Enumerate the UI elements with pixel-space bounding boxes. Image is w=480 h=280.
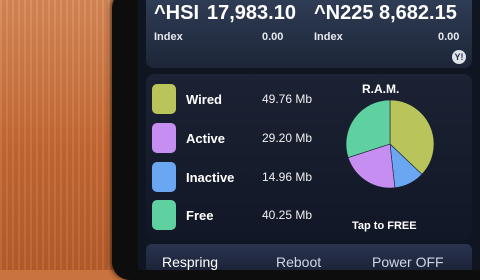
ram-row-wired: Wired 49.76 Mb bbox=[152, 84, 332, 114]
quote-type: Index bbox=[314, 31, 343, 43]
yahoo-icon[interactable]: Y! bbox=[452, 50, 466, 64]
ram-title: R.A.M. bbox=[362, 82, 400, 96]
power-off-button[interactable]: Power OFF bbox=[372, 254, 444, 270]
phone-screen: ^HSI 17,983.10 Index 0.00 ^N225 8,682.15… bbox=[138, 0, 480, 270]
ram-amount: 29.20 Mb bbox=[262, 131, 313, 145]
quote-type: Index bbox=[154, 31, 183, 43]
quote-value: 17,983.10 bbox=[207, 2, 296, 24]
quote-change: 0.00 bbox=[438, 31, 460, 43]
ram-amount: 49.76 Mb bbox=[262, 92, 313, 106]
free-swatch bbox=[152, 200, 176, 230]
ram-label: Active bbox=[186, 131, 226, 146]
stocks-widget[interactable]: ^HSI 17,983.10 Index 0.00 ^N225 8,682.15… bbox=[146, 0, 472, 68]
active-swatch bbox=[152, 123, 176, 153]
ram-amount: 40.25 Mb bbox=[262, 208, 313, 222]
reboot-button[interactable]: Reboot bbox=[276, 254, 321, 270]
action-bar: Respring Reboot Power OFF bbox=[146, 244, 472, 270]
inactive-swatch bbox=[152, 162, 176, 192]
respring-button[interactable]: Respring bbox=[162, 254, 218, 270]
ram-label: Free bbox=[186, 208, 214, 223]
ram-label: Wired bbox=[186, 92, 222, 107]
quote-symbol: ^N225 bbox=[314, 2, 374, 24]
tap-to-free-button[interactable]: Tap to FREE bbox=[352, 220, 417, 232]
ram-amount: 14.96 Mb bbox=[262, 170, 313, 184]
ram-row-active: Active 29.20 Mb bbox=[152, 123, 332, 153]
quote-symbol: ^HSI bbox=[154, 2, 200, 24]
quote-value: 8,682.15 bbox=[379, 2, 457, 24]
wired-swatch bbox=[152, 84, 176, 114]
ram-row-free: Free 40.25 Mb bbox=[152, 200, 332, 230]
ram-pie-chart[interactable] bbox=[344, 98, 436, 190]
ram-row-inactive: Inactive 14.96 Mb bbox=[152, 162, 332, 192]
ram-label: Inactive bbox=[186, 170, 235, 185]
quote-change: 0.00 bbox=[262, 31, 284, 43]
ram-widget: Wired 49.76 Mb Active 29.20 Mb Inactive … bbox=[146, 74, 472, 240]
